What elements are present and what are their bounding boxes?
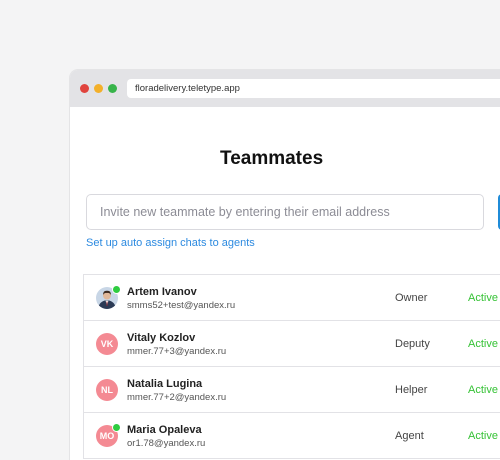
browser-toolbar: floradelivery.teletype.app — [70, 70, 500, 107]
minimize-window-button[interactable] — [94, 84, 103, 93]
invite-email-input[interactable] — [86, 194, 484, 230]
avatar: NL — [96, 379, 118, 401]
teammate-name: Natalia Lugina — [127, 378, 203, 390]
teammate-status: Active — [468, 338, 498, 350]
teammate-row[interactable]: NL Natalia Lugina mmer.77+2@yandex.ru He… — [83, 367, 500, 413]
teammate-role[interactable]: Agent — [395, 430, 424, 442]
teammate-row[interactable]: VK Vitaly Kozlov mmer.77+3@yandex.ru Dep… — [83, 321, 500, 367]
online-indicator — [112, 423, 121, 432]
teammate-status: Active — [468, 430, 498, 442]
teammate-role[interactable]: Owner — [395, 292, 427, 304]
address-bar[interactable]: floradelivery.teletype.app — [127, 79, 500, 98]
teammate-email: smms52+test@yandex.ru — [127, 300, 236, 311]
teammates-list: Artem Ivanov smms52+test@yandex.ru Owner… — [83, 274, 500, 459]
close-window-button[interactable] — [80, 84, 89, 93]
online-indicator — [112, 285, 121, 294]
teammate-name: Artem Ivanov — [127, 286, 197, 298]
teammate-email: mmer.77+2@yandex.ru — [127, 392, 227, 403]
teammate-status: Active — [468, 384, 498, 396]
teammate-name: Maria Opaleva — [127, 424, 202, 436]
page-title: Teammates — [220, 148, 324, 169]
teammate-role[interactable]: Helper — [395, 384, 427, 396]
teammate-role[interactable]: Deputy — [395, 338, 430, 350]
teammate-name: Vitaly Kozlov — [127, 332, 196, 344]
avatar: VK — [96, 333, 118, 355]
auto-assign-link[interactable]: Set up auto assign chats to agents — [86, 237, 255, 249]
teammate-row[interactable]: MO Maria Opaleva or1.78@yandex.ru Agent … — [83, 413, 500, 459]
teammate-status: Active — [468, 292, 498, 304]
maximize-window-button[interactable] — [108, 84, 117, 93]
teammate-email: or1.78@yandex.ru — [127, 438, 206, 449]
teammate-email: mmer.77+3@yandex.ru — [127, 346, 227, 357]
teammate-row[interactable]: Artem Ivanov smms52+test@yandex.ru Owner… — [83, 275, 500, 321]
